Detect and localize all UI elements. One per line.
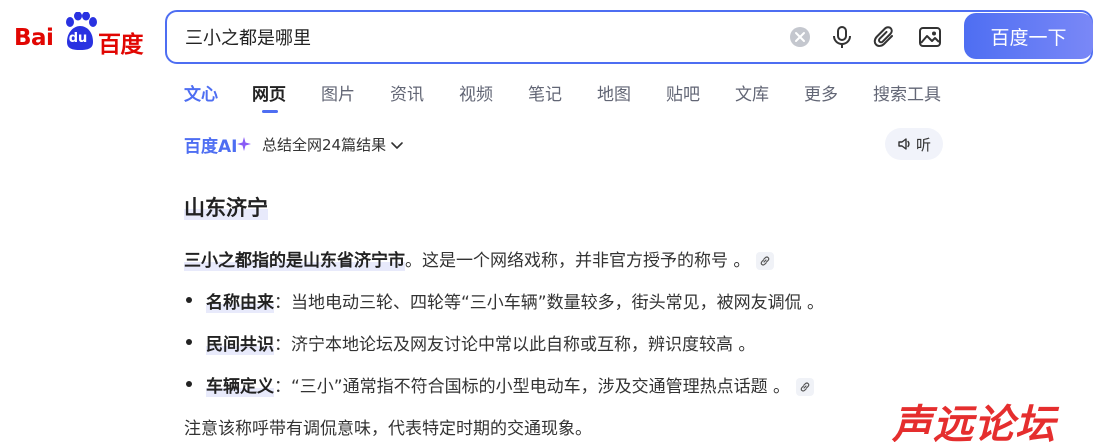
tab-wenku[interactable]: 文库 (735, 80, 769, 105)
answer-heading: 山东济宁 (184, 196, 268, 220)
list-item-desc: ：当地电动三轮、四轮等“三小车辆”数量较多，街头常见，被网友调侃 。 (274, 293, 825, 313)
tab-maps[interactable]: 地图 (597, 80, 631, 105)
logo-text-baidu: 百度 (98, 32, 144, 58)
list-item: 民间共识：济宁本地论坛及网友讨论中常以此自称或互称，辨识度较高 。 (206, 330, 755, 355)
watermark-logo: 声远论坛 (892, 402, 1056, 442)
tab-videos[interactable]: 视频 (459, 80, 493, 105)
ai-summary-toggle[interactable]: 总结全网24篇结果 (262, 134, 404, 155)
baidu-ai-logo: 百度AI (184, 132, 252, 157)
clear-icon[interactable] (787, 24, 813, 50)
ai-summary-label: 总结全网24篇结果 (262, 136, 387, 154)
search-button[interactable]: 百度一下 (964, 13, 1093, 59)
tab-news[interactable]: 资讯 (390, 80, 424, 105)
answer-intro-rest: 。这是一个网络戏称，并非官方授予的称号 。 (405, 251, 751, 271)
list-item-desc: ：济宁本地论坛及网友讨论中常以此自称或互称，辨识度较高 。 (274, 335, 756, 355)
list-item: 车辆定义：“三小”通常指不符合国标的小型电动车，涉及交通管理热点话题 。 (206, 372, 815, 397)
tab-tieba[interactable]: 贴吧 (666, 80, 700, 105)
baidu-logo[interactable]: Bai du 百度 (14, 12, 146, 58)
answer-intro: 三小之都指的是山东省济宁市。这是一个网络戏称，并非官方授予的称号 。 (184, 246, 775, 271)
search-box (165, 10, 1093, 64)
speaker-icon (898, 138, 910, 150)
tab-notes[interactable]: 笔记 (528, 80, 562, 105)
active-tab-indicator (262, 110, 278, 113)
tab-images[interactable]: 图片 (321, 80, 355, 105)
baidu-ai-logo-text: 百度AI (184, 136, 238, 157)
chevron-down-icon (391, 141, 403, 149)
answer-note: 注意该称呼带有调侃意味，代表特定时期的交通现象。 (184, 419, 592, 439)
tab-more[interactable]: 更多 (804, 80, 838, 105)
bullet-dot (186, 297, 192, 303)
tab-web[interactable]: 网页 (252, 80, 286, 105)
bullet-dot (186, 339, 192, 345)
link-icon[interactable] (756, 252, 775, 270)
sparkle-icon (237, 137, 252, 151)
logo-text-bai: Bai (14, 25, 54, 51)
logo-text-du: du (68, 31, 88, 46)
tab-wenxin[interactable]: 文心 (184, 80, 218, 105)
search-input[interactable] (185, 23, 775, 51)
list-item-term: 名称由来 (206, 293, 274, 313)
link-icon[interactable] (796, 378, 815, 396)
attachment-icon[interactable] (872, 24, 898, 50)
list-item-term: 车辆定义 (206, 377, 274, 397)
microphone-icon[interactable] (829, 24, 855, 50)
listen-button[interactable]: 听 (885, 128, 943, 160)
bullet-dot (186, 381, 192, 387)
list-item: 名称由来：当地电动三轮、四轮等“三小车辆”数量较多，街头常见，被网友调侃 。 (206, 288, 824, 313)
listen-label: 听 (915, 136, 931, 154)
list-item-desc: ：“三小”通常指不符合国标的小型电动车，涉及交通管理热点话题 。 (274, 377, 791, 397)
list-item-term: 民间共识 (206, 335, 274, 355)
answer-intro-bold: 三小之都指的是山东省济宁市 (184, 251, 405, 271)
image-search-icon[interactable] (917, 24, 943, 50)
tab-search-tools[interactable]: 搜索工具 (873, 80, 941, 105)
